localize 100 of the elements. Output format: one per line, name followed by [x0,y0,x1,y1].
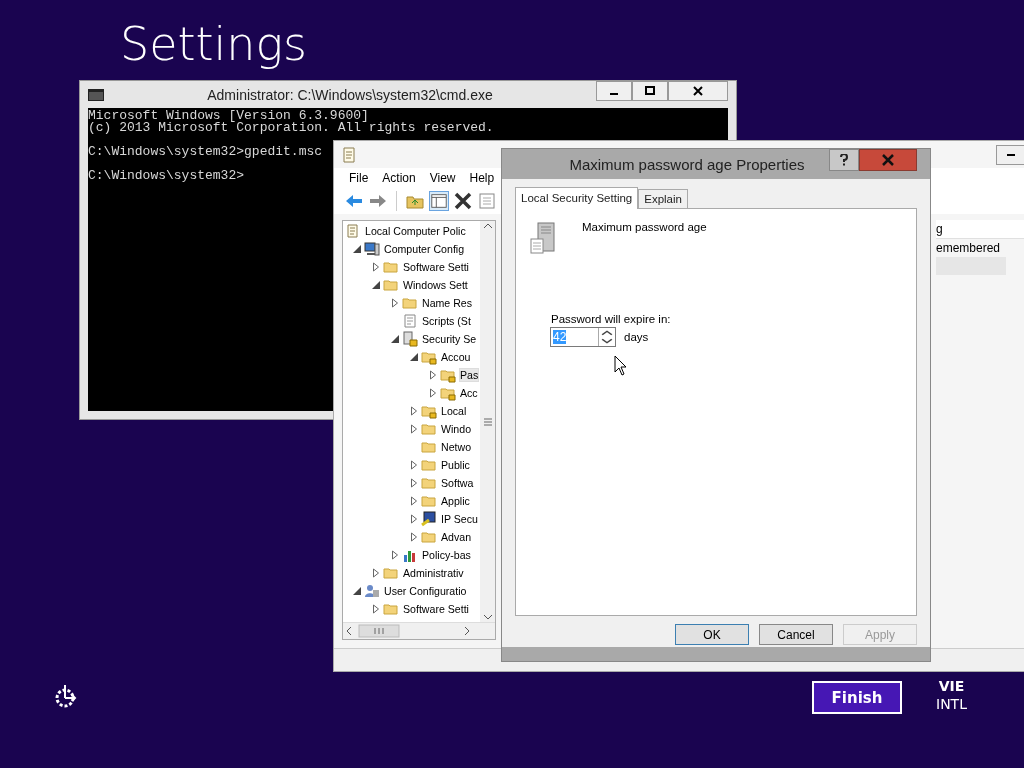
tree-item[interactable]: Computer Config [384,243,465,255]
tree-item[interactable]: Local [441,405,467,417]
close-button[interactable] [668,81,728,101]
dialog-button[interactable]: OK [675,624,749,645]
tree-item[interactable]: Policy-bas [422,549,471,561]
field-label: Password will expire in: [551,313,672,325]
dialog-button[interactable]: Cancel [759,624,833,645]
folder-icon [383,277,399,293]
tree-item[interactable]: Accou [441,351,471,363]
tree-item[interactable]: Software Setti [403,603,469,615]
locked-folder-icon [421,349,437,365]
collapsed-arrow-icon[interactable] [409,496,419,506]
script-icon [402,313,418,329]
column-header[interactable]: g [936,220,1024,239]
tab[interactable]: Explain [638,189,688,208]
horizontal-scrollbar[interactable] [343,622,495,639]
console-tree-icon[interactable] [429,191,449,211]
tab[interactable]: Local Security Setting [515,187,639,209]
menu-item[interactable]: File [342,171,376,185]
scroll-up-icon[interactable] [482,221,493,231]
security-icon [402,331,418,347]
question-mark-icon [840,154,848,166]
dialog-title: Maximum password age Properties [568,155,806,173]
locked-folder-icon [440,367,456,383]
scroll-down-icon[interactable] [482,612,493,622]
tree-item[interactable]: Public [441,459,470,471]
ipsec-icon [421,511,437,527]
tree-item[interactable]: Windo [441,423,472,435]
tree-item[interactable]: Applic [441,495,470,507]
finish-button[interactable]: Finish [812,681,902,714]
policy-name: Maximum password age [582,221,707,235]
help-button[interactable] [829,149,859,171]
tree-item[interactable]: Netwo [441,441,472,453]
tree-item[interactable]: Acc [460,387,478,399]
tree-item[interactable]: Windows Sett [403,279,468,291]
folder-icon [383,565,399,581]
tree-item[interactable]: Software Setti [403,261,469,273]
keyboard-layout-label[interactable]: INTL [936,696,967,712]
menu-item[interactable]: Help [462,171,502,185]
collapsed-arrow-icon[interactable] [409,532,419,542]
tree-item[interactable]: Name Res [422,297,473,309]
scroll-grip-icon[interactable] [482,416,493,427]
folder-icon [383,601,399,617]
window-title: Administrator: C:\Windows\system32\cmd.exe [206,86,494,103]
collapsed-arrow-icon[interactable] [409,424,419,434]
mouse-pointer-icon [614,355,627,376]
expanded-arrow-icon[interactable] [352,244,362,254]
tree-item[interactable]: User Configuratio [384,585,467,597]
collapsed-arrow-icon[interactable] [428,370,438,380]
console-line: C:\Windows\system32>gpedit.msc [88,146,323,158]
tree-item[interactable]: Scripts (St [422,315,471,327]
folder-icon [421,457,437,473]
menu-item[interactable]: View [422,171,463,185]
tree-item[interactable]: Local Computer Polic [365,225,466,237]
expanded-arrow-icon[interactable] [390,334,400,344]
collapsed-arrow-icon[interactable] [371,604,381,614]
collapsed-arrow-icon[interactable] [371,568,381,578]
list-row[interactable]: emembered [936,239,1006,257]
tree-item[interactable]: Security Se [422,333,477,345]
minimize-button[interactable] [596,81,632,101]
tree-item[interactable]: Advan [441,531,472,543]
policy-icon [345,223,361,239]
minimize-icon [1007,153,1015,156]
console-line: Microsoft Windows [Version 6.3.9600] [88,110,369,122]
computer-icon [364,241,380,257]
vertical-scrollbar[interactable] [480,221,495,622]
close-icon [693,86,703,96]
collapsed-arrow-icon[interactable] [390,550,400,560]
collapsed-arrow-icon[interactable] [371,262,381,272]
tree-item[interactable]: Pas [460,369,479,381]
collapsed-arrow-icon[interactable] [390,298,400,308]
close-icon [882,154,894,166]
spin-down-icon[interactable] [599,337,615,346]
language-label[interactable]: VIE [938,678,965,694]
folder-icon [402,295,418,311]
tree-item[interactable]: Softwa [441,477,474,489]
folder-icon [421,439,437,455]
collapsed-arrow-icon[interactable] [409,514,419,524]
locked-folder-icon [421,403,437,419]
expanded-arrow-icon[interactable] [352,586,362,596]
delete-icon[interactable] [453,191,473,211]
page-heading: Settings [120,16,308,73]
collapsed-arrow-icon[interactable] [428,388,438,398]
maximize-button[interactable] [632,81,668,101]
spin-up-icon[interactable] [599,328,615,337]
collapsed-arrow-icon[interactable] [409,478,419,488]
expanded-arrow-icon[interactable] [371,280,381,290]
console-line: C:\Windows\system32> [88,170,245,182]
menu-item[interactable]: Action [375,171,423,185]
collapsed-arrow-icon[interactable] [409,406,419,416]
tree-item[interactable]: Administrativ [403,567,464,579]
minimize-button[interactable] [996,144,1024,165]
minimize-icon [610,93,618,95]
folder-icon [383,259,399,275]
expanded-arrow-icon[interactable] [409,352,419,362]
tree-item[interactable]: IP Secu [441,513,478,525]
collapsed-arrow-icon[interactable] [409,460,419,470]
console-line: (c) 2013 Microsoft Corporation. All rights reserved. [88,122,494,134]
policy-icon [342,146,356,163]
unit-label: days [624,331,649,343]
